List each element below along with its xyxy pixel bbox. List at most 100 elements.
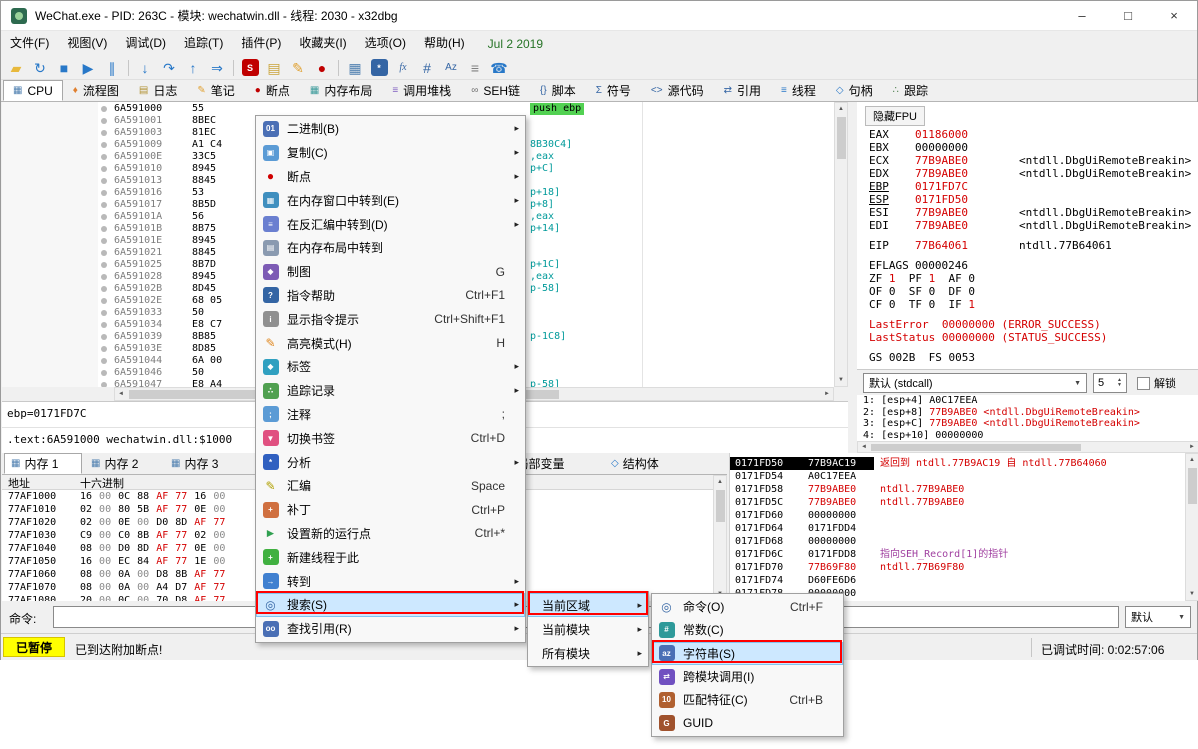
breakpoint-dot[interactable] <box>101 154 107 160</box>
calling-convention-dropdown[interactable]: 默认 (stdcall) ▼ <box>863 373 1087 393</box>
close-button[interactable]: × <box>1151 1 1197 31</box>
register-edi[interactable]: EDI77B9ABE0<ntdll.DbgUiRemoteBreakin> <box>869 219 1197 232</box>
scroll-right-icon[interactable]: ► <box>821 388 833 400</box>
register-value[interactable]: 77B9ABE0 <box>915 167 968 180</box>
toolbar-step-out-button[interactable]: ↑ <box>182 57 204 79</box>
toolbar-step-over-button[interactable]: ↷ <box>158 57 180 79</box>
dump-tab[interactable]: ◇结构体 <box>604 453 688 474</box>
tab-graph[interactable]: ♦流程图 <box>63 80 129 101</box>
menu-item-goto[interactable]: →转到▸ <box>256 569 525 593</box>
tab-source[interactable]: <>源代码 <box>641 80 714 101</box>
register-ebp[interactable]: EBP0171FD7C <box>869 180 1197 193</box>
stack-vertical-scrollbar[interactable]: ▲ ▼ <box>1185 453 1198 601</box>
minimize-button[interactable]: – <box>1059 1 1105 31</box>
menu-item-breakpoint[interactable]: ●断点▸ <box>256 165 525 189</box>
search-item-pattern[interactable]: 10匹配特征(C)Ctrl+B <box>652 688 843 711</box>
scope-item-current-module[interactable]: 当前模块▸ <box>528 617 648 641</box>
scroll-up-icon[interactable]: ▲ <box>714 476 726 488</box>
scroll-thumb[interactable] <box>1188 468 1197 504</box>
argument-row[interactable]: 4: [esp+10] 00000000 <box>857 430 1198 442</box>
menu-item-find-references[interactable]: oo查找引用(R)▸ <box>256 617 525 641</box>
search-item-guid[interactable]: GGUID <box>652 711 843 734</box>
breakpoint-dot[interactable] <box>101 130 107 136</box>
register-esp[interactable]: ESP0171FD50 <box>869 193 1197 206</box>
toolbar-pattern-button[interactable]: # <box>416 57 438 79</box>
toolbar-run-button[interactable]: ▶ <box>77 57 99 79</box>
tab-seh[interactable]: ∞SEH链 <box>461 80 530 101</box>
scroll-thumb[interactable] <box>716 490 725 522</box>
disasm-vertical-scrollbar[interactable]: ▲ ▼ <box>834 102 848 387</box>
tab-references[interactable]: ⇄引用 <box>714 80 771 101</box>
menu-item-follow-in-memory-map[interactable]: ▤在内存布局中转到 <box>256 236 525 260</box>
register-ecx[interactable]: ECX77B9ABE0<ntdll.DbgUiRemoteBreakin> <box>869 154 1197 167</box>
flag-value[interactable]: 0 <box>889 298 896 311</box>
toolbar-trace-record-button[interactable]: S <box>239 57 261 79</box>
breakpoint-dot[interactable] <box>101 118 107 124</box>
menu-item-new-thread-here[interactable]: +新建线程于此 <box>256 545 525 569</box>
search-item-intermodular-calls[interactable]: ⇄跨模块调用(I) <box>652 665 843 688</box>
register-eax[interactable]: EAX01186000 <box>869 128 1197 141</box>
register-value[interactable]: 77B9ABE0 <box>915 206 968 219</box>
register-value[interactable]: 01186000 <box>915 128 968 141</box>
stack-row[interactable]: 0171FD5877B9ABE0ntdll.77B9ABE0 <box>730 483 1185 496</box>
tab-handles[interactable]: ◇句柄 <box>826 80 883 101</box>
menu-item-set-new-origin[interactable]: ►设置新的运行点Ctrl+* <box>256 522 525 546</box>
toolbar-breakpoints-button[interactable]: ● <box>311 57 333 79</box>
menu-item-show-mnemonic-brief[interactable]: i显示指令提示Ctrl+Shift+F1 <box>256 307 525 331</box>
stack-panel[interactable]: 0171FD5077B9AC19返回到 ntdll.77B9AC19 自 ntd… <box>729 453 1185 601</box>
stack-row[interactable]: 0171FD6000000000 <box>730 509 1185 522</box>
menubar-item[interactable]: 追踪(T) <box>175 31 232 56</box>
command-profile-dropdown[interactable]: 默认 ▼ <box>1125 606 1191 628</box>
unlock-checkbox[interactable] <box>1137 377 1150 390</box>
breakpoint-dot[interactable] <box>101 166 107 172</box>
menu-item-patch[interactable]: +补丁Ctrl+P <box>256 498 525 522</box>
toolbar-settings-button[interactable]: * <box>368 57 390 79</box>
breakpoint-dot[interactable] <box>101 250 107 256</box>
stack-row[interactable]: 0171FD54A0C17EEA <box>730 470 1185 483</box>
scroll-thumb[interactable] <box>837 117 846 159</box>
toolbar-memory-map-button[interactable]: ▦ <box>344 57 366 79</box>
register-esi[interactable]: ESI77B9ABE0<ntdll.DbgUiRemoteBreakin> <box>869 206 1197 219</box>
breakpoint-dot[interactable] <box>101 346 107 352</box>
search-item-constant[interactable]: #常数(C) <box>652 618 843 641</box>
tab-script[interactable]: {}脚本 <box>530 80 586 101</box>
register-value[interactable]: 0171FD50 <box>915 193 968 206</box>
register-eip[interactable]: EIP77B64061ntdll.77B64061 <box>869 239 1197 252</box>
menu-item-assemble[interactable]: ✎汇编Space <box>256 474 525 498</box>
tab-trace[interactable]: ∴跟踪 <box>883 80 938 101</box>
toolbar-close-button[interactable]: ■ <box>53 57 75 79</box>
spinner-arrows[interactable]: ▲ ▼ <box>1117 378 1122 388</box>
tab-notes[interactable]: ✎笔记 <box>187 80 244 101</box>
stack-row[interactable]: 0171FD6800000000 <box>730 535 1185 548</box>
menu-item-follow-in-memory-window[interactable]: ▦在内存窗口中转到(E)▸ <box>256 188 525 212</box>
dump-tab[interactable]: ▦内存 3 <box>164 453 242 474</box>
scroll-left-icon[interactable]: ◄ <box>115 388 127 400</box>
toolbar-calculator-button[interactable]: fx <box>392 57 414 79</box>
menu-item-comment[interactable]: ;注释; <box>256 403 525 427</box>
scroll-left-icon[interactable]: ◄ <box>858 441 870 453</box>
register-value[interactable]: 77B9ABE0 <box>915 154 968 167</box>
toolbar-run-to-return-button[interactable]: ⇒ <box>206 57 228 79</box>
tab-memory-map[interactable]: ▦内存布局 <box>300 80 382 101</box>
scroll-thumb[interactable] <box>871 444 1081 451</box>
menu-item-instruction-help[interactable]: ?指令帮助Ctrl+F1 <box>256 284 525 308</box>
toolbar-notes-button[interactable]: ✎ <box>287 57 309 79</box>
flags-line[interactable]: ZF 1 PF 1 AF 0 <box>869 272 1197 285</box>
menu-item-highlight-mode[interactable]: ✎高亮模式(H)H <box>256 331 525 355</box>
toolbar-open-file-button[interactable]: ▰ <box>5 57 27 79</box>
toolbar-sort-button[interactable]: ≡ <box>464 57 486 79</box>
toolbar-strings-button[interactable]: Az <box>440 57 462 79</box>
flag-value[interactable]: 1 <box>968 298 975 311</box>
menu-item-follow-in-disassembler[interactable]: ≡在反汇编中转到(D)▸ <box>256 212 525 236</box>
flag-value[interactable]: 0 <box>968 272 975 285</box>
menubar-item[interactable]: 调试(D) <box>116 31 175 56</box>
search-item-command[interactable]: ◎命令(O)Ctrl+F <box>652 595 843 618</box>
menu-item-copy[interactable]: ▣复制(C)▸ <box>256 141 525 165</box>
spinner-down-icon[interactable]: ▼ <box>1117 383 1122 388</box>
breakpoint-dot[interactable] <box>101 214 107 220</box>
tab-symbols[interactable]: Σ符号 <box>586 80 641 101</box>
breakpoint-dot[interactable] <box>101 274 107 280</box>
stack-row[interactable]: 0171FD5077B9AC19返回到 ntdll.77B9AC19 自 ntd… <box>730 457 1185 470</box>
flag-value[interactable]: 0 <box>889 285 896 298</box>
toolbar-restart-button[interactable]: ↻ <box>29 57 51 79</box>
